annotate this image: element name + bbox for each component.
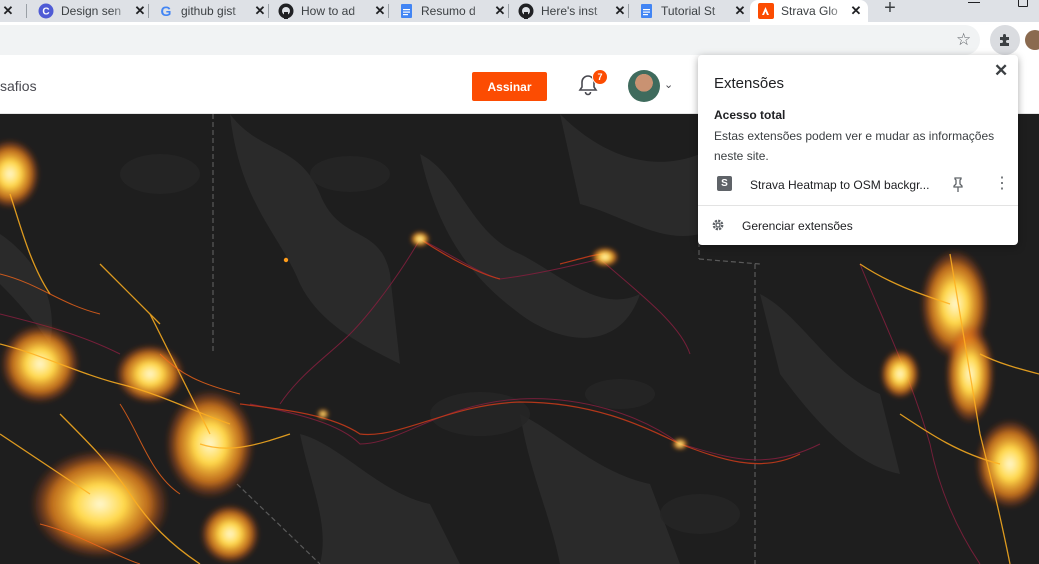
- tab-how-to[interactable]: How to ad ✕: [278, 0, 388, 22]
- close-icon[interactable]: ✕: [492, 3, 508, 19]
- address-bar[interactable]: [0, 25, 980, 55]
- close-icon[interactable]: ✕: [0, 3, 16, 19]
- close-icon[interactable]: ✕: [372, 3, 388, 19]
- google-docs-icon: [638, 3, 654, 19]
- browser-toolbar: ☆: [0, 22, 1039, 58]
- access-description: Estas extensões podem ver e mudar as inf…: [714, 129, 995, 163]
- more-options-icon[interactable]: ⋮: [994, 174, 1010, 194]
- gear-icon: [712, 219, 724, 231]
- tab-separator: [26, 4, 27, 18]
- manage-extensions-button[interactable]: Gerenciar extensões: [698, 215, 1018, 239]
- chevron-down-icon[interactable]: ⌄: [664, 78, 673, 91]
- close-icon[interactable]: ✕: [132, 3, 148, 19]
- close-icon[interactable]: ✕: [252, 3, 268, 19]
- extensions-popup: Extensões ✕ Acesso total Estas extensões…: [698, 55, 1018, 245]
- pin-icon[interactable]: [952, 177, 964, 193]
- manage-extensions-label: Gerenciar extensões: [742, 219, 853, 233]
- divider: [698, 205, 1018, 206]
- tab-separator: [388, 4, 389, 18]
- tab-title: Here's inst: [541, 4, 598, 18]
- tab-heres[interactable]: Here's inst ✕: [518, 0, 628, 22]
- svg-text:G: G: [161, 3, 172, 19]
- subscribe-button[interactable]: Assinar: [472, 72, 547, 101]
- tab-title: How to ad: [301, 4, 356, 18]
- tab-title: Design sen: [61, 4, 122, 18]
- svg-text:C: C: [42, 7, 49, 18]
- extension-name[interactable]: Strava Heatmap to OSM backgr...: [750, 178, 930, 192]
- tab-separator: [508, 4, 509, 18]
- tab-close-partial[interactable]: ✕: [0, 0, 20, 22]
- nav-challenges-link[interactable]: safios: [0, 78, 37, 94]
- tab-tutorial[interactable]: Tutorial St ✕: [638, 0, 748, 22]
- close-icon[interactable]: ✕: [848, 3, 864, 19]
- close-icon[interactable]: ✕: [994, 61, 1008, 81]
- tab-design[interactable]: C Design sen ✕: [38, 0, 148, 22]
- google-docs-icon: [398, 3, 414, 19]
- puzzle-icon: [1000, 34, 1009, 46]
- new-tab-button[interactable]: +: [880, 0, 900, 22]
- extension-item[interactable]: S Strava Heatmap to OSM backgr... ⋮: [698, 173, 1018, 197]
- tab-strava[interactable]: Strava Glo ✕: [750, 0, 868, 22]
- tab-strip: ✕ C Design sen ✕ G github gist ✕ How to …: [0, 0, 1039, 22]
- popup-title: Extensões: [714, 75, 785, 92]
- tab-title: github gist: [181, 4, 236, 18]
- google-icon: G: [158, 3, 174, 19]
- tab-title: Resumo d: [421, 4, 476, 18]
- tab-github-gist[interactable]: G github gist ✕: [158, 0, 268, 22]
- extensions-button[interactable]: [990, 25, 1020, 55]
- canva-icon: C: [38, 3, 54, 19]
- minimize-icon[interactable]: [968, 2, 980, 3]
- strava-icon: [758, 3, 774, 19]
- user-avatar[interactable]: [628, 70, 660, 102]
- github-icon: [278, 3, 294, 19]
- extension-icon: S: [717, 176, 732, 191]
- tab-separator: [628, 4, 629, 18]
- tab-resumo[interactable]: Resumo d ✕: [398, 0, 508, 22]
- bookmark-star-icon[interactable]: ☆: [956, 30, 971, 50]
- close-icon[interactable]: ✕: [732, 3, 748, 19]
- notification-badge: 7: [592, 69, 608, 85]
- tab-separator: [148, 4, 149, 18]
- tab-separator: [268, 4, 269, 18]
- github-icon: [518, 3, 534, 19]
- profile-avatar[interactable]: [1025, 30, 1039, 50]
- access-heading: Acesso total: [714, 108, 786, 122]
- maximize-icon[interactable]: [1018, 0, 1028, 7]
- close-icon[interactable]: ✕: [612, 3, 628, 19]
- tab-title: Tutorial St: [661, 4, 716, 18]
- tab-title: Strava Glo: [781, 4, 838, 18]
